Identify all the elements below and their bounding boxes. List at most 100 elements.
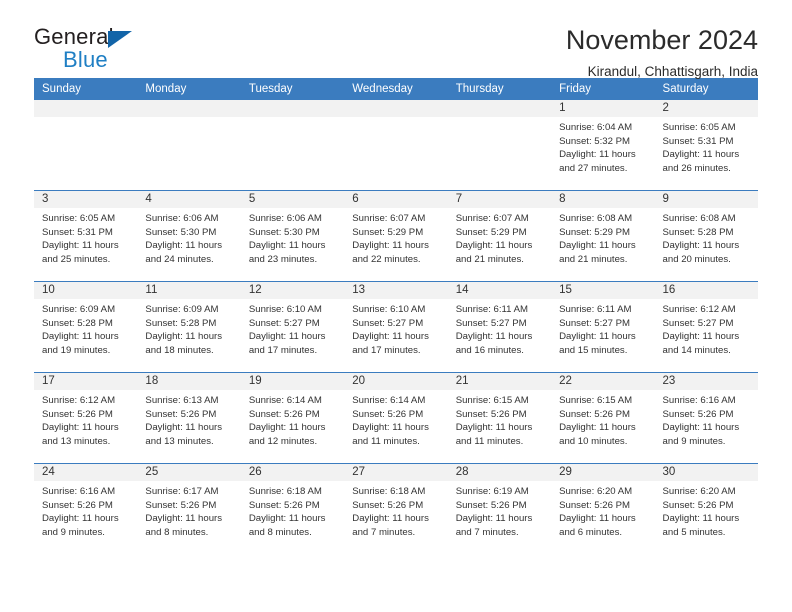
- sunrise-text: Sunrise: 6:14 AM: [352, 395, 426, 406]
- calendar-cell: 23 Sunrise: 6:16 AM Sunset: 5:26 PM Dayligh…: [654, 372, 758, 464]
- sunset-text: Sunset: 5:26 PM: [352, 408, 424, 420]
- day-sun-info: Sunrise: 6:07 AM Sunset: 5:29 PM Daylight:…: [448, 208, 551, 266]
- calendar-day[interactable]: 12 Sunrise: 6:10 AM Sunset: 5:27 PM Dayligh…: [240, 282, 345, 372]
- calendar-day[interactable]: 7 Sunrise: 6:07 AM Sunset: 5:29 PM Daylight…: [447, 191, 552, 281]
- title-block: November 2024 Kirandul, Chhattisgarh, In…: [566, 25, 758, 78]
- sunset-text: Sunset: 5:29 PM: [352, 226, 424, 238]
- sunrise-text: Sunrise: 6:15 AM: [559, 395, 633, 406]
- calendar-day[interactable]: 3 Sunrise: 6:05 AM Sunset: 5:31 PM Daylight…: [34, 191, 138, 281]
- daylight-text: Daylight: 11 hours and 19 minutes.: [42, 331, 119, 356]
- calendar-day[interactable]: 28 Sunrise: 6:19 AM Sunset: 5:26 PM Dayligh…: [447, 464, 552, 554]
- calendar-day[interactable]: 24 Sunrise: 6:16 AM Sunset: 5:26 PM Dayligh…: [34, 464, 138, 554]
- calendar-cell: 4 Sunrise: 6:06 AM Sunset: 5:30 PM Daylight…: [137, 190, 241, 282]
- daylight-text: Daylight: 11 hours and 21 minutes.: [455, 240, 533, 265]
- weekday-header-wednesday: Wednesday: [344, 78, 448, 100]
- calendar-cell: 3 Sunrise: 6:05 AM Sunset: 5:31 PM Daylight…: [34, 190, 138, 282]
- daylight-text: Daylight: 11 hours and 16 minutes.: [455, 331, 533, 356]
- day-number: 29: [551, 464, 655, 481]
- calendar-day[interactable]: 25 Sunrise: 6:17 AM Sunset: 5:26 PM Dayligh…: [137, 464, 241, 554]
- sunrise-text: Sunrise: 6:18 AM: [248, 486, 322, 497]
- calendar-day[interactable]: 21 Sunrise: 6:15 AM Sunset: 5:26 PM Dayligh…: [447, 373, 552, 463]
- calendar-day[interactable]: 22 Sunrise: 6:15 AM Sunset: 5:26 PM Dayligh…: [551, 373, 655, 463]
- sunset-text: Sunset: 5:29 PM: [559, 226, 631, 238]
- calendar-day[interactable]: 1 Sunrise: 6:04 AM Sunset: 5:32 PM Daylight…: [551, 100, 655, 190]
- calendar-day[interactable]: 15 Sunrise: 6:11 AM Sunset: 5:27 PM Dayligh…: [551, 282, 655, 372]
- sunset-text: Sunset: 5:26 PM: [42, 499, 113, 511]
- sunrise-text: Sunrise: 6:04 AM: [559, 122, 633, 133]
- calendar-day[interactable]: 2 Sunrise: 6:05 AM Sunset: 5:31 PM Daylight…: [654, 100, 758, 190]
- calendar-cell: [344, 100, 448, 191]
- calendar-day[interactable]: 13 Sunrise: 6:10 AM Sunset: 5:27 PM Dayligh…: [344, 282, 448, 372]
- sunset-text: Sunset: 5:27 PM: [455, 317, 527, 329]
- calendar-day[interactable]: 19 Sunrise: 6:14 AM Sunset: 5:26 PM Dayligh…: [240, 373, 345, 463]
- calendar-day[interactable]: 30 Sunrise: 6:20 AM Sunset: 5:26 PM Dayligh…: [654, 464, 758, 554]
- calendar-day[interactable]: 26 Sunrise: 6:18 AM Sunset: 5:26 PM Dayligh…: [240, 464, 345, 554]
- sunrise-text: Sunrise: 6:09 AM: [145, 304, 219, 315]
- day-sun-info: Sunrise: 6:08 AM Sunset: 5:29 PM Daylight:…: [551, 208, 654, 266]
- calendar-day[interactable]: 5 Sunrise: 6:06 AM Sunset: 5:30 PM Daylight…: [240, 191, 345, 281]
- calendar-cell: 8 Sunrise: 6:08 AM Sunset: 5:29 PM Daylight…: [551, 190, 655, 282]
- daylight-text: Daylight: 11 hours and 15 minutes.: [559, 331, 636, 356]
- calendar-cell: 26 Sunrise: 6:18 AM Sunset: 5:26 PM Dayligh…: [240, 463, 345, 554]
- day-sun-info: Sunrise: 6:10 AM Sunset: 5:27 PM Daylight:…: [344, 299, 447, 357]
- day-number: 21: [447, 373, 552, 390]
- calendar-cell: 27 Sunrise: 6:18 AM Sunset: 5:26 PM Dayligh…: [344, 463, 448, 554]
- day-sun-info: Sunrise: 6:05 AM Sunset: 5:31 PM Daylight:…: [655, 117, 758, 175]
- sunrise-text: Sunrise: 6:11 AM: [559, 304, 632, 315]
- day-sun-info: Sunrise: 6:12 AM Sunset: 5:27 PM Daylight:…: [655, 299, 758, 357]
- calendar-cell: [137, 100, 241, 191]
- calendar-day[interactable]: 27 Sunrise: 6:18 AM Sunset: 5:26 PM Dayligh…: [344, 464, 448, 554]
- day-sun-info: Sunrise: 6:08 AM Sunset: 5:28 PM Daylight:…: [655, 208, 758, 266]
- weekday-header-row: Sunday Monday Tuesday Wednesday Thursday…: [34, 78, 758, 100]
- calendar-day[interactable]: 4 Sunrise: 6:06 AM Sunset: 5:30 PM Daylight…: [137, 191, 241, 281]
- calendar-day[interactable]: 14 Sunrise: 6:11 AM Sunset: 5:27 PM Dayligh…: [447, 282, 552, 372]
- calendar-cell: 7 Sunrise: 6:07 AM Sunset: 5:29 PM Daylight…: [447, 190, 552, 282]
- calendar-week-row: 10 Sunrise: 6:09 AM Sunset: 5:28 PM Dayligh…: [34, 281, 758, 373]
- daylight-text: Daylight: 11 hours and 7 minutes.: [455, 513, 533, 538]
- sunrise-text: Sunrise: 6:05 AM: [662, 122, 736, 133]
- day-number: 30: [654, 464, 758, 481]
- sunrise-text: Sunrise: 6:10 AM: [352, 304, 426, 315]
- calendar-day-empty: [34, 100, 138, 190]
- calendar-cell: 22 Sunrise: 6:15 AM Sunset: 5:26 PM Dayligh…: [551, 372, 655, 464]
- calendar-day[interactable]: 20 Sunrise: 6:14 AM Sunset: 5:26 PM Dayligh…: [344, 373, 448, 463]
- calendar-day[interactable]: 11 Sunrise: 6:09 AM Sunset: 5:28 PM Dayligh…: [137, 282, 241, 372]
- calendar-week-row: 24 Sunrise: 6:16 AM Sunset: 5:26 PM Dayligh…: [34, 463, 758, 554]
- day-sun-info: Sunrise: 6:20 AM Sunset: 5:26 PM Daylight:…: [655, 481, 758, 539]
- calendar-cell: 11 Sunrise: 6:09 AM Sunset: 5:28 PM Dayligh…: [137, 281, 241, 373]
- day-sun-info: Sunrise: 6:05 AM Sunset: 5:31 PM Daylight:…: [34, 208, 137, 266]
- calendar-day[interactable]: 17 Sunrise: 6:12 AM Sunset: 5:26 PM Dayligh…: [34, 373, 138, 463]
- calendar-day[interactable]: 8 Sunrise: 6:08 AM Sunset: 5:29 PM Daylight…: [551, 191, 655, 281]
- calendar-week-row: 17 Sunrise: 6:12 AM Sunset: 5:26 PM Dayligh…: [34, 372, 758, 464]
- calendar-cell: 21 Sunrise: 6:15 AM Sunset: 5:26 PM Dayligh…: [447, 372, 552, 464]
- day-sun-info: Sunrise: 6:15 AM Sunset: 5:26 PM Daylight:…: [448, 390, 551, 448]
- calendar-day[interactable]: 29 Sunrise: 6:20 AM Sunset: 5:26 PM Dayligh…: [551, 464, 655, 554]
- daylight-text: Daylight: 11 hours and 8 minutes.: [145, 513, 223, 538]
- day-number: 26: [240, 464, 345, 481]
- sunset-text: Sunset: 5:28 PM: [662, 226, 734, 238]
- day-sun-info: Sunrise: 6:18 AM Sunset: 5:26 PM Daylight:…: [241, 481, 344, 539]
- sunrise-text: Sunrise: 6:08 AM: [559, 213, 633, 224]
- day-sun-info: Sunrise: 6:09 AM Sunset: 5:28 PM Daylight:…: [34, 299, 137, 357]
- generalblue-logo[interactable]: General Blue: [34, 26, 154, 78]
- day-number: 13: [344, 282, 448, 299]
- day-number: 17: [34, 373, 138, 390]
- calendar-cell: 18 Sunrise: 6:13 AM Sunset: 5:26 PM Dayligh…: [137, 372, 241, 464]
- calendar-day[interactable]: 18 Sunrise: 6:13 AM Sunset: 5:26 PM Dayligh…: [137, 373, 241, 463]
- calendar-day[interactable]: 10 Sunrise: 6:09 AM Sunset: 5:28 PM Dayligh…: [34, 282, 138, 372]
- calendar-day[interactable]: 6 Sunrise: 6:07 AM Sunset: 5:29 PM Daylight…: [344, 191, 448, 281]
- calendar-day[interactable]: 9 Sunrise: 6:08 AM Sunset: 5:28 PM Daylight…: [654, 191, 758, 281]
- day-sun-info: Sunrise: 6:18 AM Sunset: 5:26 PM Daylight:…: [344, 481, 447, 539]
- daylight-text: Daylight: 11 hours and 5 minutes.: [662, 513, 740, 538]
- day-number: [34, 100, 138, 117]
- daylight-text: Daylight: 11 hours and 17 minutes.: [248, 331, 326, 356]
- daylight-text: Daylight: 11 hours and 23 minutes.: [248, 240, 326, 265]
- sunrise-text: Sunrise: 6:07 AM: [455, 213, 529, 224]
- calendar-cell: 28 Sunrise: 6:19 AM Sunset: 5:26 PM Dayligh…: [447, 463, 552, 554]
- daylight-text: Daylight: 11 hours and 13 minutes.: [42, 422, 119, 447]
- calendar-day[interactable]: 23 Sunrise: 6:16 AM Sunset: 5:26 PM Dayligh…: [654, 373, 758, 463]
- calendar-day[interactable]: 16 Sunrise: 6:12 AM Sunset: 5:27 PM Dayligh…: [654, 282, 758, 372]
- daylight-text: Daylight: 11 hours and 14 minutes.: [662, 331, 740, 356]
- sunset-text: Sunset: 5:31 PM: [42, 226, 113, 238]
- calendar-cell: 2 Sunrise: 6:05 AM Sunset: 5:31 PM Daylight…: [654, 100, 758, 191]
